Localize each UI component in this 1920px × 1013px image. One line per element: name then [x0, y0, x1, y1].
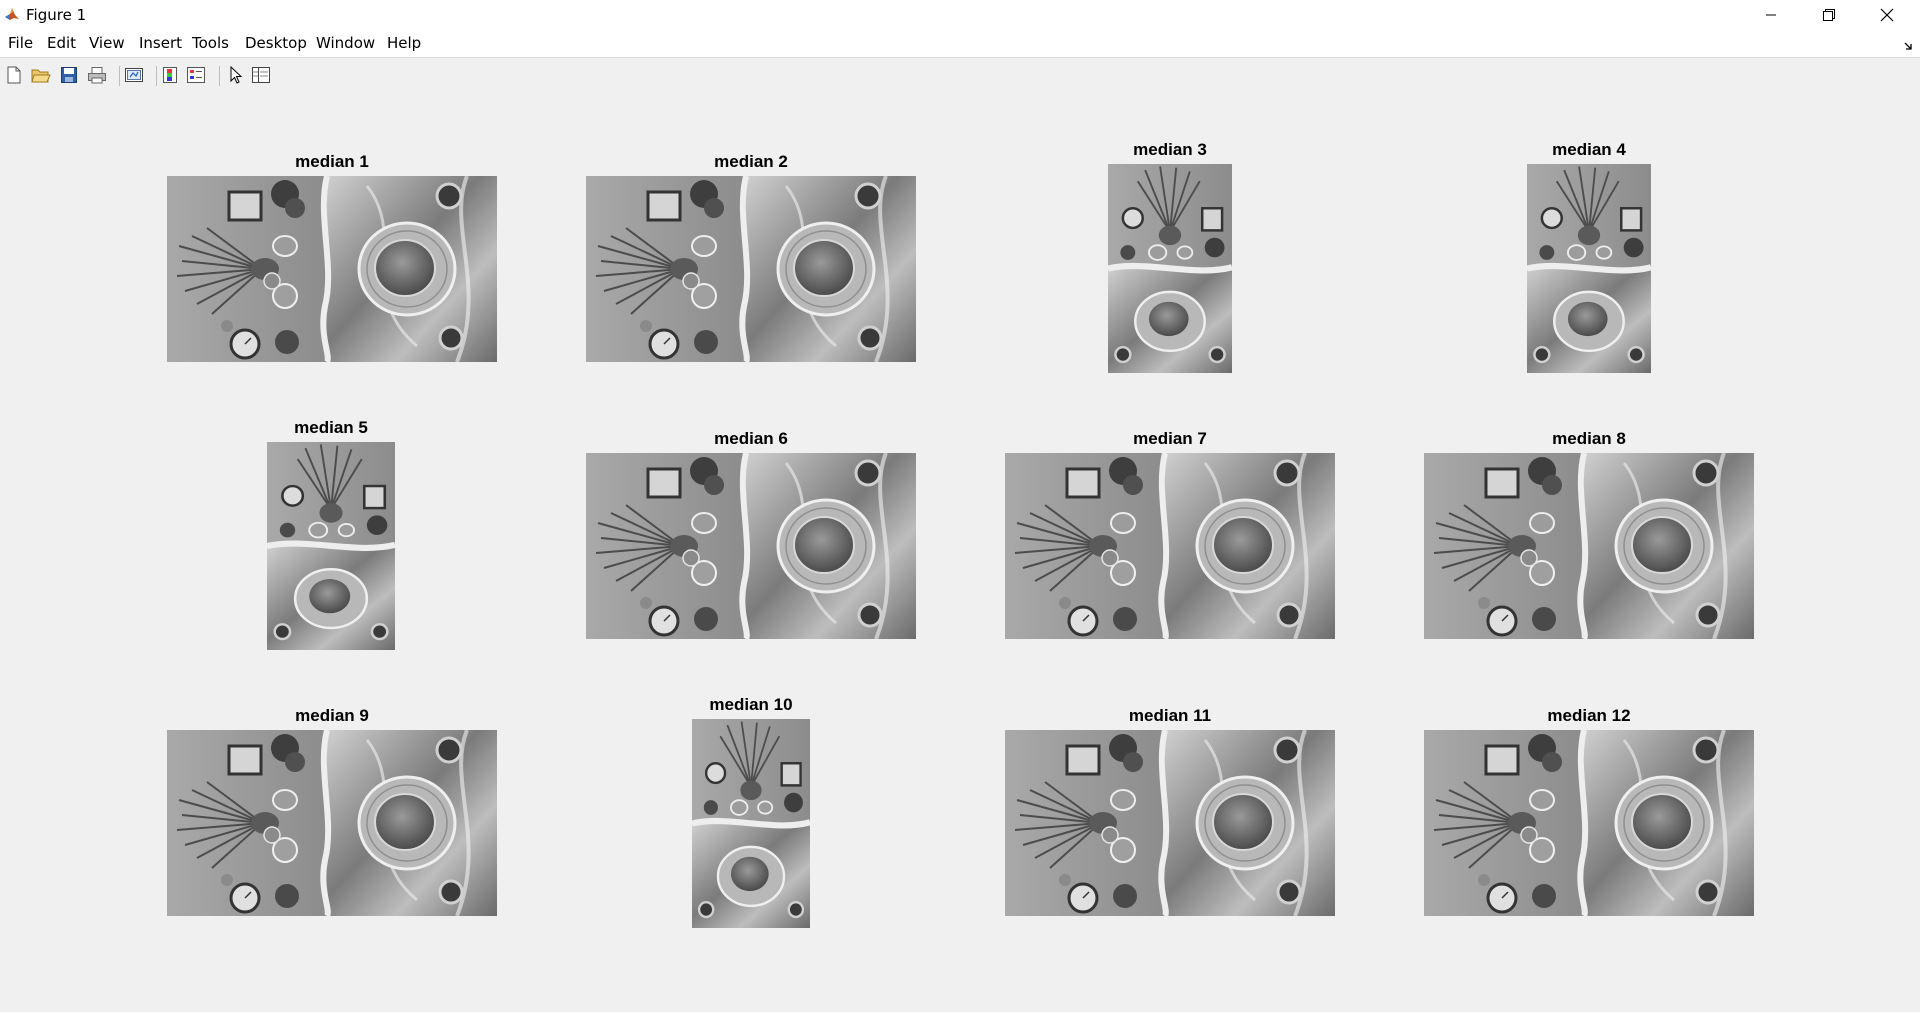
menu-file[interactable]: File — [8, 34, 33, 52]
insert-colorbar-icon — [163, 67, 177, 83]
subplot-title: median 2 — [714, 152, 788, 171]
subplot-median-10[interactable]: median 10 — [692, 695, 810, 928]
image-median-7 — [1005, 453, 1335, 639]
image-median-6 — [586, 453, 916, 639]
subplot-median-4[interactable]: median 4 — [1527, 140, 1651, 373]
subplot-title: median 1 — [295, 152, 369, 171]
close-button[interactable] — [1858, 0, 1916, 30]
subplot-title: median 11 — [1128, 706, 1212, 725]
open-property-inspector-icon — [252, 67, 270, 83]
close-icon — [1880, 8, 1894, 22]
subplot-median-11[interactable]: median 11 — [1005, 706, 1335, 916]
open-property-inspector-button[interactable] — [251, 65, 271, 85]
image-median-10 — [692, 719, 810, 928]
menu-help[interactable]: Help — [387, 34, 421, 52]
subplot-title: median 10 — [709, 695, 793, 714]
dock-arrow-icon[interactable] — [1904, 38, 1914, 56]
subplot-median-3[interactable]: median 3 — [1108, 140, 1232, 373]
menu-tools[interactable]: Tools — [192, 34, 229, 52]
menu-bar: File Edit View Insert Tools Desktop Wind… — [0, 30, 1920, 57]
matlab-icon — [4, 6, 20, 22]
image-median-11 — [1005, 730, 1335, 916]
subplot-title: median 9 — [295, 706, 369, 725]
subplot-title: median 8 — [1552, 429, 1626, 448]
subplot-title: median 12 — [1547, 706, 1631, 725]
save-figure-button[interactable] — [59, 65, 79, 85]
subplot-median-6[interactable]: median 6 — [586, 429, 916, 639]
restore-icon — [1823, 9, 1835, 21]
minimize-icon — [1766, 14, 1776, 16]
image-median-1 — [167, 176, 497, 362]
edit-plot-button[interactable] — [226, 65, 246, 85]
toolbar-separator — [219, 66, 220, 86]
subplot-median-9[interactable]: median 9 — [167, 706, 497, 916]
subplot-median-8[interactable]: median 8 — [1424, 429, 1754, 639]
insert-legend-icon — [187, 67, 205, 83]
subplot-median-12[interactable]: median 12 — [1424, 706, 1754, 916]
open-file-button[interactable] — [31, 65, 51, 85]
subplot-title: median 6 — [714, 429, 788, 448]
figure-toolbar — [0, 57, 1920, 94]
restore-button[interactable] — [1800, 0, 1858, 30]
title-bar: Figure 1 — [0, 0, 1920, 30]
minimize-button[interactable] — [1742, 0, 1800, 30]
toolbar-separator — [119, 66, 120, 86]
image-median-4 — [1527, 164, 1651, 373]
edit-plot-icon — [230, 66, 243, 84]
menu-desktop[interactable]: Desktop — [245, 34, 307, 52]
insert-legend-button[interactable] — [186, 65, 206, 85]
new-figure-icon — [7, 66, 21, 84]
link-plot-button[interactable] — [124, 65, 144, 85]
subplot-title: median 7 — [1133, 429, 1207, 448]
subplot-title: median 5 — [294, 418, 368, 437]
print-figure-icon — [88, 67, 106, 84]
new-figure-button[interactable] — [4, 65, 24, 85]
menu-window[interactable]: Window — [316, 34, 375, 52]
subplot-median-1[interactable]: median 1 — [167, 152, 497, 362]
subplot-title: median 4 — [1552, 140, 1626, 159]
subplot-median-5[interactable]: median 5 — [267, 418, 395, 650]
image-median-12 — [1424, 730, 1754, 916]
open-file-icon — [31, 69, 51, 83]
link-plot-icon — [125, 68, 143, 82]
menu-view[interactable]: View — [89, 34, 125, 52]
image-median-3 — [1108, 164, 1232, 373]
menu-edit[interactable]: Edit — [47, 34, 76, 52]
insert-colorbar-button[interactable] — [160, 65, 180, 85]
image-median-5 — [267, 442, 395, 650]
menu-insert[interactable]: Insert — [139, 34, 182, 52]
print-figure-button[interactable] — [87, 65, 107, 85]
subplot-median-7[interactable]: median 7 — [1005, 429, 1335, 639]
toolbar-separator — [156, 66, 157, 86]
subplot-median-2[interactable]: median 2 — [586, 152, 916, 362]
image-median-2 — [586, 176, 916, 362]
image-median-9 — [167, 730, 497, 916]
window-title: Figure 1 — [26, 6, 87, 24]
subplot-title: median 3 — [1133, 140, 1207, 159]
save-figure-icon — [61, 67, 77, 83]
image-median-8 — [1424, 453, 1754, 639]
